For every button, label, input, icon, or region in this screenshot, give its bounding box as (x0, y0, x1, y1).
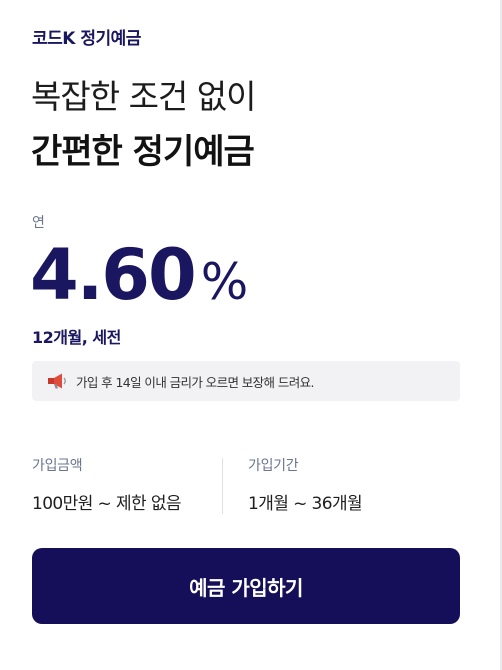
rate-guarantee-notice: 가입 후 14일 이내 금리가 오르면 보장해 드려요. (32, 361, 460, 401)
rate-value: 4.60 (30, 234, 197, 316)
headline-line-1: 복잡한 조건 없이 (31, 77, 256, 116)
rate-terms: 12개월, 세전 (32, 328, 121, 347)
period-value: 1개월 ~ 36개월 (248, 494, 363, 514)
period-info: 가입기간 1개월 ~ 36개월 (248, 455, 363, 514)
product-label: 코드K 정기예금 (32, 29, 141, 49)
period-label: 가입기간 (248, 458, 299, 474)
notice-text: 가입 후 14일 이내 금리가 오르면 보장해 드려요. (76, 374, 315, 390)
amount-value: 100만원 ~ 제한 없음 (32, 494, 182, 514)
headline-line-2: 간편한 정기예금 (31, 132, 255, 172)
megaphone-icon (48, 373, 66, 389)
rate-caption: 연 (32, 215, 45, 231)
amount-info: 가입금액 100만원 ~ 제한 없음 (32, 455, 182, 514)
rate-unit: % (200, 253, 249, 311)
info-divider (222, 458, 223, 514)
amount-label: 가입금액 (32, 458, 83, 474)
open-deposit-button[interactable]: 예금 가입하기 (32, 548, 460, 624)
interest-rate: 4.60 % (30, 234, 248, 316)
